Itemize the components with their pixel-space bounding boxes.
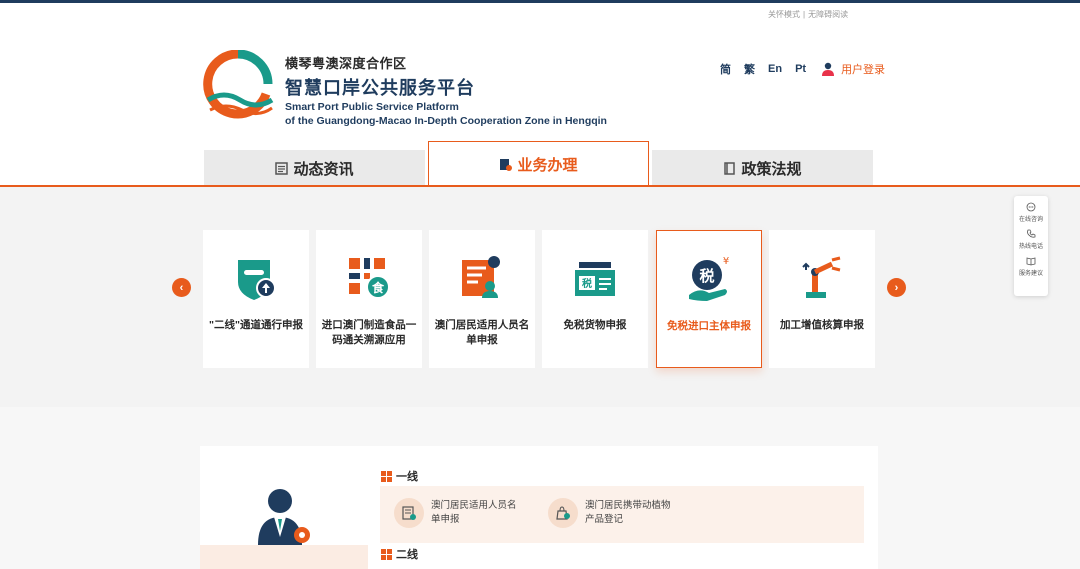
service-card[interactable]: 食 进口澳门制造食品一码通关溯源应用 — [316, 230, 422, 368]
language-bar: 简 繁 En Pt 用户登录 — [720, 61, 885, 77]
service-card-active[interactable]: 税 ¥ 免税进口主体申报 — [656, 230, 762, 368]
platform-logo-icon — [203, 50, 274, 119]
grid-icon — [381, 470, 392, 482]
user-icon[interactable] — [821, 62, 835, 76]
online-consult-button[interactable]: 在线咨询 — [1019, 202, 1043, 223]
service-item-label: 澳门居民适用人员名单申报 — [431, 500, 517, 525]
service-item-label: 澳门居民携带动植物产品登记 — [585, 500, 671, 525]
section-first-line-title: 一线 — [396, 471, 418, 483]
qr-food-icon: 食 — [349, 258, 390, 299]
robot-arm-icon — [802, 256, 841, 298]
suggestion-label: 服务建议 — [1018, 271, 1043, 277]
online-consult-label: 在线咨询 — [1018, 217, 1043, 223]
plant-bag-icon — [556, 506, 570, 520]
tab-policy[interactable]: 政策法规 — [652, 150, 873, 186]
title-cn-small: 横琴粤澳深度合作区 — [285, 56, 407, 71]
service-card[interactable]: 加工增值核算申报 — [769, 230, 875, 368]
service-item[interactable]: 澳门居民适用人员名单申报 — [394, 498, 521, 528]
svg-text:¥: ¥ — [723, 256, 729, 267]
service-icon-wrap — [394, 498, 424, 528]
business-icon — [500, 159, 513, 171]
news-icon — [275, 161, 289, 175]
card-label: "二线"通道通行申报 — [209, 319, 303, 331]
grid-icon — [381, 548, 392, 560]
list-doc-icon — [402, 506, 416, 520]
title-en-line1: Smart Port Public Service Platform — [285, 101, 459, 113]
tab-policy-label: 政策法规 — [741, 160, 802, 178]
carousel-band — [0, 187, 1080, 407]
barrier-free-link[interactable]: 无障碍阅读 — [808, 10, 848, 19]
tab-news-label: 动态资讯 — [293, 160, 354, 178]
service-card[interactable]: "二线"通道通行申报 — [203, 230, 309, 368]
svg-text:食: 食 — [371, 280, 385, 295]
care-mode-link[interactable]: 关怀模式 — [768, 10, 800, 19]
service-icon-wrap — [548, 498, 578, 528]
access-separator: | — [803, 10, 806, 19]
book-icon — [1026, 257, 1036, 266]
hotline-label: 热线电话 — [1018, 244, 1043, 250]
card-label: 澳门居民适用人员名单申报 — [434, 319, 530, 346]
floating-service-panel: 在线咨询 热线电话 服务建议 — [1014, 196, 1048, 296]
section-second-line: 二线 — [381, 546, 418, 562]
tab-business[interactable]: 业务办理 — [428, 141, 649, 187]
card-label: 免税货物申报 — [563, 319, 627, 331]
accessibility-links: 关怀模式 | 无障碍阅读 — [768, 9, 848, 20]
role-box-bar — [200, 545, 368, 569]
lang-simplified[interactable]: 简 — [720, 61, 731, 77]
section-first-line: 一线 — [381, 468, 418, 484]
svg-text:税: 税 — [582, 277, 592, 290]
card-label: 加工增值核算申报 — [780, 319, 864, 331]
section-second-line-title: 二线 — [396, 549, 418, 561]
service-card[interactable]: 澳门居民适用人员名单申报 — [429, 230, 535, 368]
lang-portuguese[interactable]: Pt — [795, 63, 806, 75]
lang-english[interactable]: En — [768, 63, 782, 75]
card-label: 免税进口主体申报 — [667, 320, 751, 332]
platform-title: 横琴粤澳深度合作区 智慧口岸公共服务平台 Smart Port Public S… — [285, 53, 607, 128]
chat-icon — [1026, 202, 1036, 212]
person-gear-icon — [258, 489, 310, 545]
carousel-prev-button[interactable]: ‹ — [172, 278, 191, 297]
suggestion-button[interactable]: 服务建议 — [1019, 256, 1043, 277]
hotline-button[interactable]: 热线电话 — [1019, 229, 1043, 250]
carousel-next-button[interactable]: › — [887, 278, 906, 297]
svg-text:税: 税 — [699, 267, 714, 285]
tax-goods-icon: 税 — [575, 262, 615, 296]
login-link[interactable]: 用户登录 — [841, 61, 885, 77]
phone-icon — [1027, 229, 1036, 238]
tab-business-label: 业务办理 — [517, 157, 578, 174]
lang-traditional[interactable]: 繁 — [744, 61, 755, 77]
service-card[interactable]: 税 免税货物申报 — [542, 230, 648, 368]
policy-icon — [724, 161, 736, 175]
tab-news[interactable]: 动态资讯 — [204, 150, 425, 186]
card-label: 进口澳门制造食品一码通关溯源应用 — [321, 319, 417, 346]
title-cn-big: 智慧口岸公共服务平台 — [285, 78, 475, 98]
person-list-icon — [462, 256, 500, 298]
top-border — [0, 0, 1080, 3]
tax-coin-icon: 税 ¥ — [689, 256, 729, 301]
shield-upload-icon — [238, 260, 276, 300]
service-item[interactable]: 澳门居民携带动植物产品登记 — [548, 498, 675, 528]
title-en-line2: of the Guangdong-Macao In-Depth Cooperat… — [285, 115, 607, 127]
